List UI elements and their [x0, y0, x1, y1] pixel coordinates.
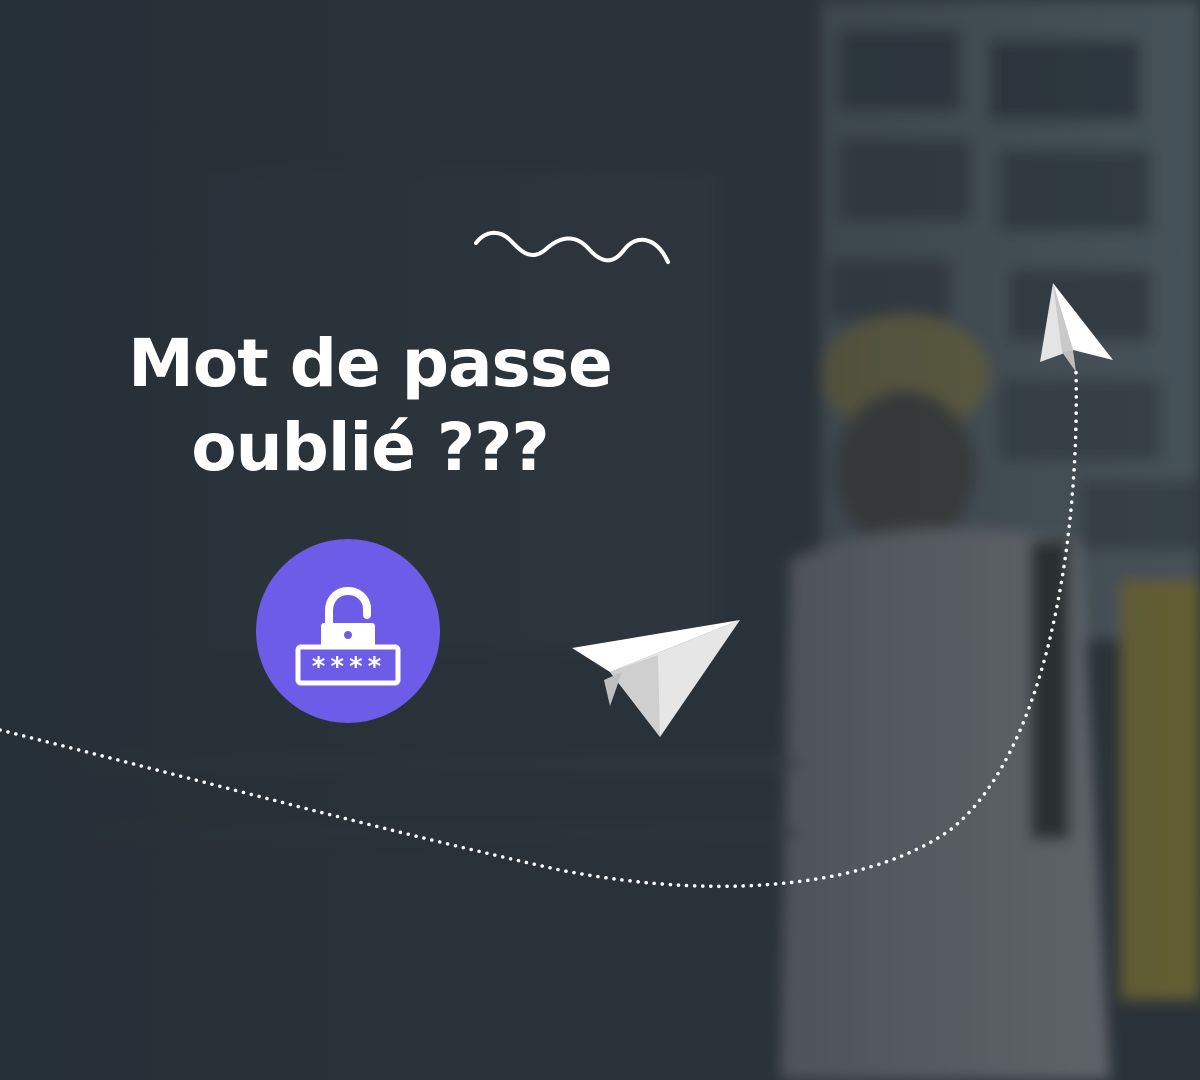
decorations	[0, 230, 1113, 889]
page-title: Mot de passe oublié ???	[60, 322, 680, 490]
password-lock-badge: ****	[256, 539, 440, 723]
title-line-1: Mot de passe	[128, 325, 613, 402]
title-line-2: oublié ???	[191, 409, 549, 486]
paper-plane-icon	[572, 620, 740, 737]
banner: Mot de passe oublié ??? ****	[0, 0, 1200, 1080]
password-mask: ****	[311, 652, 386, 682]
paper-plane-small-icon	[1040, 283, 1113, 372]
unlocked-padlock-password-icon: ****	[295, 586, 401, 686]
squiggle-line-icon	[474, 230, 670, 264]
